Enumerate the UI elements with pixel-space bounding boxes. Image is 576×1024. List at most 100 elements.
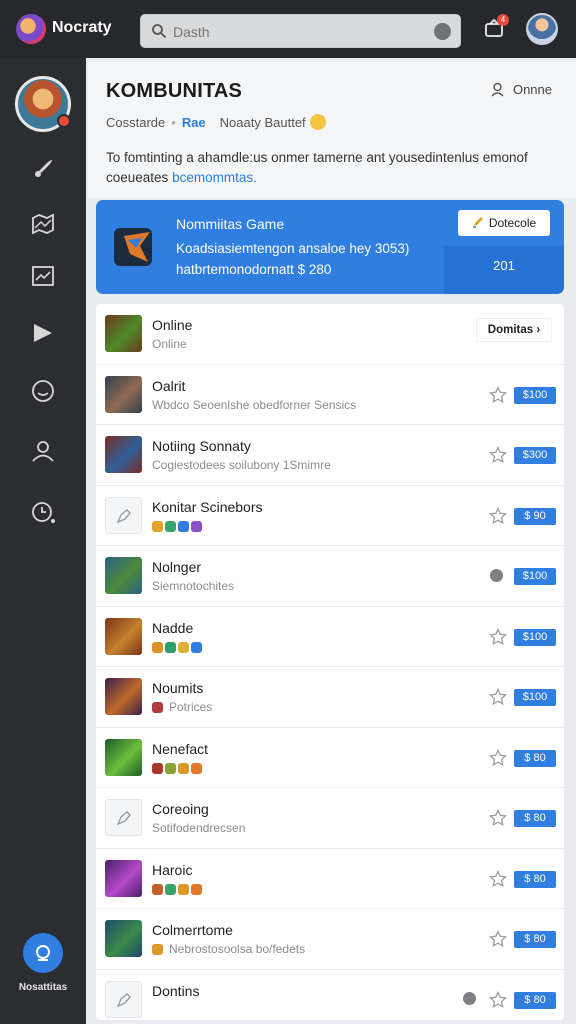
description: To fomtinting a ahamdle:us onmer tamerne… [106, 148, 546, 188]
star-icon[interactable] [489, 809, 507, 827]
star-icon[interactable] [489, 506, 507, 525]
banner-text: Koadsiasiemtengon ansaloe hey 3053) [176, 241, 410, 256]
emoji-icon [309, 114, 326, 130]
item-thumbnail [105, 799, 142, 836]
meta-link[interactable]: Rae [182, 115, 206, 130]
info-icon[interactable] [490, 569, 503, 582]
price-badge[interactable]: $100 [514, 628, 556, 646]
item-thumbnail [105, 980, 142, 1018]
list-item[interactable]: Online Online Domitas › [96, 304, 564, 365]
price-badge[interactable]: $300 [514, 447, 556, 464]
banner-title: Nommiitas Game [176, 216, 285, 232]
item-subtitle: Online [152, 337, 187, 351]
top-bar: Nocraty 4 [0, 0, 576, 58]
list-item[interactable]: Notiing Sonnaty Cogiestodees soilubony 1S… [96, 425, 564, 486]
star-icon[interactable] [489, 627, 507, 646]
user-avatar[interactable] [526, 13, 558, 45]
online-status[interactable]: Onnne [490, 82, 552, 97]
timer-icon[interactable] [30, 498, 56, 524]
price-badge[interactable]: $100 [514, 568, 556, 585]
price-badge[interactable]: $ 80 [514, 931, 556, 948]
clear-icon[interactable] [434, 23, 451, 40]
search-input[interactable] [173, 22, 423, 42]
search-icon [152, 24, 167, 39]
game-logo [114, 228, 152, 266]
item-tags [152, 882, 204, 895]
price-badge[interactable]: $100 [514, 386, 556, 404]
list-item[interactable]: Konitar Scinebors $ 90 [96, 486, 564, 546]
play-icon[interactable] [30, 320, 56, 346]
profile-icon[interactable] [30, 438, 56, 464]
info-icon[interactable] [463, 991, 476, 1005]
item-subtitle: Siemnotochites [152, 579, 235, 593]
star-icon[interactable] [489, 748, 507, 767]
star-icon[interactable] [489, 930, 507, 948]
tag-icon [165, 520, 176, 532]
star-icon[interactable] [489, 990, 507, 1009]
banner-value: 201 [493, 258, 515, 273]
status-dot [57, 114, 71, 128]
search-bar[interactable] [140, 14, 461, 48]
chat-button[interactable] [23, 933, 63, 973]
tag-icon [152, 641, 163, 653]
list-item[interactable]: Oalrit Wbdco Seoenlshe obedforner Sensics… [96, 365, 564, 425]
banner-button[interactable]: Dotecole [458, 210, 550, 236]
tag-icon [191, 883, 202, 895]
banner-text: hatbrtemonodornatt $ 280 [176, 262, 332, 277]
page-title: KOMBUNITAS [106, 80, 243, 102]
price-badge[interactable]: $ 80 [514, 991, 556, 1009]
list-item[interactable]: Haroic $ 80 [96, 849, 564, 909]
list-item[interactable]: Coreoing Sotifodendrecsen $ 80 [96, 788, 564, 849]
item-title: Colmerrtome [152, 922, 233, 938]
tag-icon [152, 883, 163, 895]
price-badge[interactable]: $ 80 [514, 870, 556, 888]
item-subtitle: Cogiestodees soilubony 1Smimre [152, 458, 331, 472]
sort-dropdown[interactable]: Domitas › [476, 318, 552, 342]
online-status-label: Onnne [512, 82, 552, 97]
tag-icon [152, 944, 163, 955]
item-title: Nenefact [152, 740, 209, 757]
item-tags [152, 761, 204, 774]
item-thumbnail [105, 557, 142, 594]
item-thumbnail [105, 859, 142, 897]
banner-button-label: Dotecole [488, 216, 537, 230]
brand-logo[interactable] [16, 14, 46, 44]
item-thumbnail [105, 375, 142, 413]
list-item[interactable]: Nadde $100 [96, 607, 564, 667]
item-tags [152, 942, 165, 955]
price-badge[interactable]: $ 80 [514, 749, 556, 767]
price-badge[interactable]: $ 90 [514, 507, 556, 525]
star-icon[interactable] [489, 446, 507, 464]
price-badge[interactable]: $100 [514, 689, 556, 706]
brand-name: Nocraty [52, 19, 112, 36]
star-icon[interactable] [489, 385, 507, 404]
user-icon [491, 82, 504, 97]
list-item[interactable]: Dontins $ 80 [96, 970, 564, 1024]
map-icon[interactable] [30, 210, 56, 236]
tag-icon [165, 762, 176, 774]
list-item[interactable]: Colmerrtome Nebrostosoolsa bo/fedets $ 80 [96, 909, 564, 970]
placeholder-icon [116, 508, 131, 523]
item-subtitle: Nebrostosoolsa bo/fedets [169, 942, 306, 956]
item-thumbnail [105, 436, 142, 473]
star-icon[interactable] [489, 688, 507, 706]
community-list: Online Online Domitas › Oalrit Wbdco Seoenls… [96, 304, 564, 1020]
item-title: Notiing Sonnaty [152, 438, 251, 454]
chevron-down-icon: › [533, 324, 541, 336]
list-item[interactable]: Nolnger Siemnotochites $100 [96, 546, 564, 607]
item-title: Noumits [152, 680, 204, 696]
chart-icon[interactable] [30, 263, 56, 289]
rocket-icon[interactable] [30, 156, 56, 182]
meta-item: Noaaty Bauttef [219, 115, 306, 130]
smile-icon[interactable] [30, 378, 56, 404]
price-badge[interactable]: $ 80 [514, 810, 556, 827]
item-thumbnail [105, 496, 142, 534]
promo-banner[interactable]: Nommiitas Game Koadsiasiemtengon ansaloe… [96, 200, 564, 294]
list-item[interactable]: Noumits Potrices $100 [96, 667, 564, 728]
list-item[interactable]: Nenefact $ 80 [96, 728, 564, 788]
description-link[interactable]: bcemommtas. [172, 170, 257, 185]
item-title: Nolnger [152, 559, 202, 575]
tag-icon [152, 520, 163, 532]
item-title: Oalrit [152, 377, 186, 394]
star-icon[interactable] [489, 869, 507, 888]
